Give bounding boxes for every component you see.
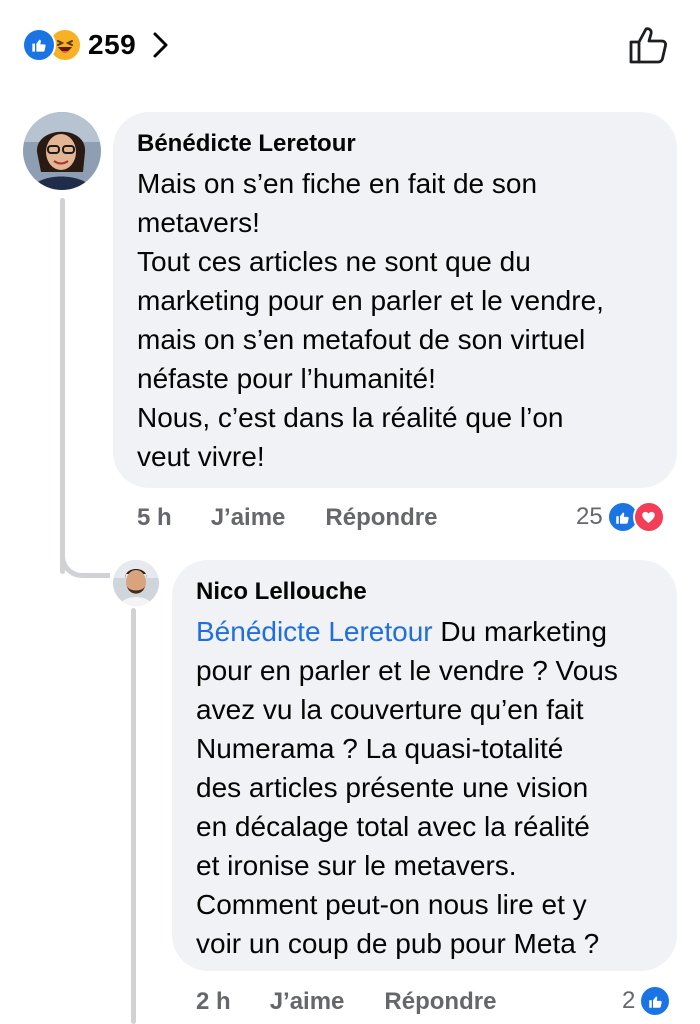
like-reaction-icon xyxy=(22,28,56,62)
comment-bubble: Bénédicte Leretour Mais on s’en fiche en… xyxy=(113,112,677,488)
reply-reply-button[interactable]: Répondre xyxy=(384,988,496,1016)
comment-reactions[interactable]: 25 xyxy=(576,500,665,534)
reply-text-body: Du marketing pour en parler et le vendre… xyxy=(196,616,618,959)
reply-button[interactable]: Répondre xyxy=(325,504,437,532)
reply-reactions[interactable]: 2 xyxy=(622,984,672,1018)
reply-text: Bénédicte Leretour Du marketing pour en … xyxy=(196,612,653,963)
thread-connector xyxy=(60,540,110,578)
like-button[interactable]: J’aime xyxy=(211,504,286,532)
comment-text: Mais on s’en fiche en fait de son metave… xyxy=(137,168,604,472)
reply-timestamp[interactable]: 2 h xyxy=(196,988,231,1016)
like-icon xyxy=(639,985,672,1017)
comment-actions: 5 h J’aime Répondre xyxy=(137,502,437,534)
reaction-count: 259 xyxy=(88,29,137,60)
comment-reaction-count: 25 xyxy=(576,503,603,530)
reactions-summary[interactable]: 259 xyxy=(22,27,172,63)
reply-actions: 2 h J’aime Répondre xyxy=(196,986,496,1018)
reply-author[interactable]: Nico Lellouche xyxy=(196,577,653,607)
reply-bubble: Nico Lellouche Bénédicte Leretour Du mar… xyxy=(172,560,677,971)
thumbs-up-outline-icon[interactable] xyxy=(626,24,670,68)
mention-link[interactable]: Bénédicte Leretour xyxy=(196,616,433,647)
comment-author[interactable]: Bénédicte Leretour xyxy=(137,129,653,159)
thread-line-reply xyxy=(131,608,136,1024)
reply-reaction-count: 2 xyxy=(622,987,636,1014)
chevron-right-icon xyxy=(153,32,168,58)
thread-line xyxy=(60,198,65,574)
avatar-benedicte[interactable] xyxy=(23,112,101,190)
comment-timestamp[interactable]: 5 h xyxy=(137,504,172,532)
avatar-nico[interactable] xyxy=(113,560,159,606)
love-icon xyxy=(632,501,665,533)
reply-like-button[interactable]: J’aime xyxy=(270,988,345,1016)
